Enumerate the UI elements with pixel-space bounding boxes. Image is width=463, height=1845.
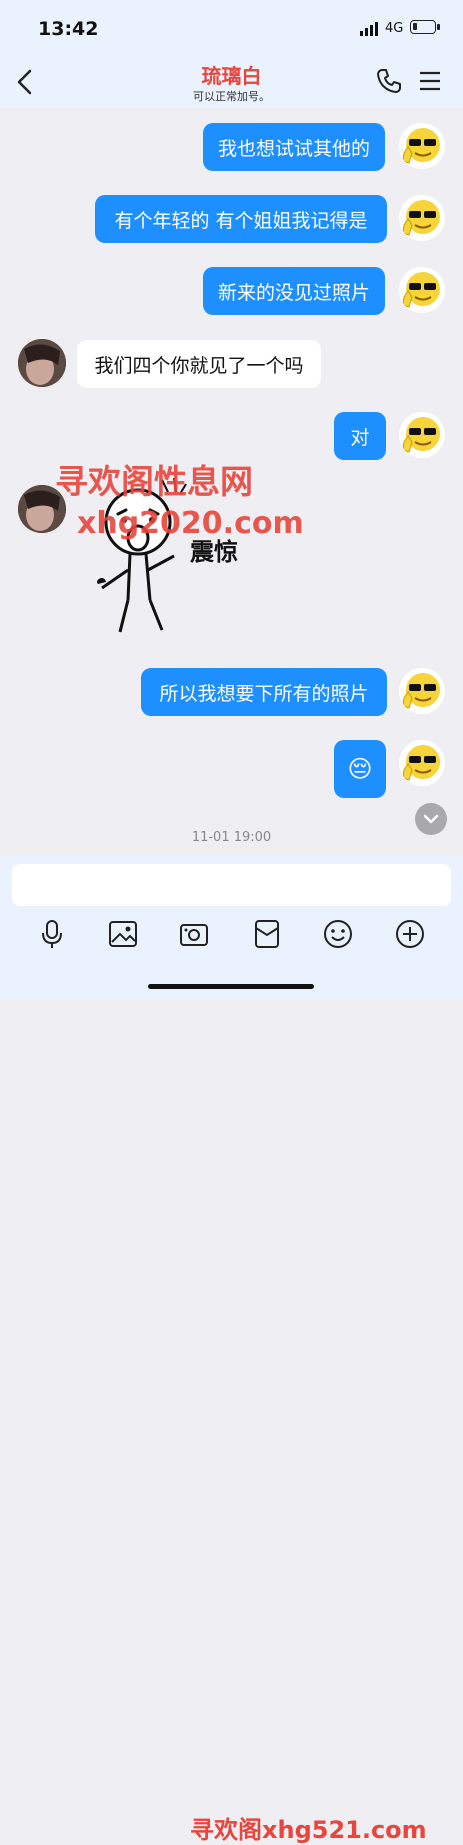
chevron-down-icon — [423, 814, 439, 824]
battery-icon — [410, 20, 440, 34]
contact-photo — [18, 339, 66, 387]
sunglasses-emoji-icon — [402, 673, 440, 709]
status-time: 13:42 — [38, 18, 99, 40]
chat-header: 琉璃白 可以正常加号。 — [0, 52, 463, 108]
message-bubble[interactable]: 我也想试试其他的 — [203, 123, 385, 171]
message-bubble[interactable]: 新来的没见过照片 — [203, 267, 385, 315]
sticker-text: 震惊 — [190, 538, 238, 566]
my-avatar[interactable] — [399, 412, 445, 458]
emoji-icon[interactable] — [322, 918, 354, 950]
phone-icon[interactable] — [376, 68, 402, 94]
camera-icon[interactable] — [178, 918, 210, 950]
my-avatar[interactable] — [399, 668, 445, 714]
signal-icon — [360, 22, 378, 36]
my-avatar[interactable] — [399, 195, 445, 241]
scroll-down-button[interactable] — [415, 803, 447, 835]
sunglasses-emoji-icon — [402, 200, 440, 236]
sunglasses-emoji-icon — [402, 128, 440, 164]
watermark-url: xhg2020.com — [77, 506, 304, 541]
contact-avatar[interactable] — [18, 339, 66, 387]
my-avatar[interactable] — [399, 267, 445, 313]
message-input[interactable] — [12, 864, 451, 906]
watermark-bottom: 寻欢阁xhg521.com — [190, 1816, 427, 1844]
home-indicator — [148, 984, 314, 989]
image-icon[interactable] — [107, 918, 139, 950]
sunglasses-emoji-icon — [402, 272, 440, 308]
plus-icon[interactable] — [394, 918, 426, 950]
my-avatar[interactable] — [399, 740, 445, 786]
sunglasses-emoji-icon — [402, 745, 440, 781]
red-packet-icon[interactable] — [251, 918, 283, 950]
input-bar: 寻欢阁xhg521.com — [0, 856, 463, 1844]
my-avatar[interactable] — [399, 123, 445, 169]
emoji-message-bubble[interactable]: 😔 — [334, 740, 386, 798]
status-bar: 13:42 4G — [0, 0, 463, 52]
message-bubble[interactable]: 所以我想要下所有的照片 — [141, 668, 387, 716]
watermark-text: 寻欢阁性息网 — [55, 462, 253, 501]
message-bubble[interactable]: 我们四个你就见了一个吗 — [77, 340, 321, 388]
message-timestamp: 11-01 19:00 — [191, 830, 272, 845]
network-type: 4G — [385, 21, 404, 36]
sunglasses-emoji-icon — [402, 417, 440, 453]
microphone-icon[interactable] — [36, 918, 68, 950]
message-bubble[interactable]: 有个年轻的 有个姐姐我记得是 — [95, 195, 387, 243]
message-bubble[interactable]: 对 — [334, 412, 386, 460]
menu-icon[interactable] — [418, 70, 442, 92]
